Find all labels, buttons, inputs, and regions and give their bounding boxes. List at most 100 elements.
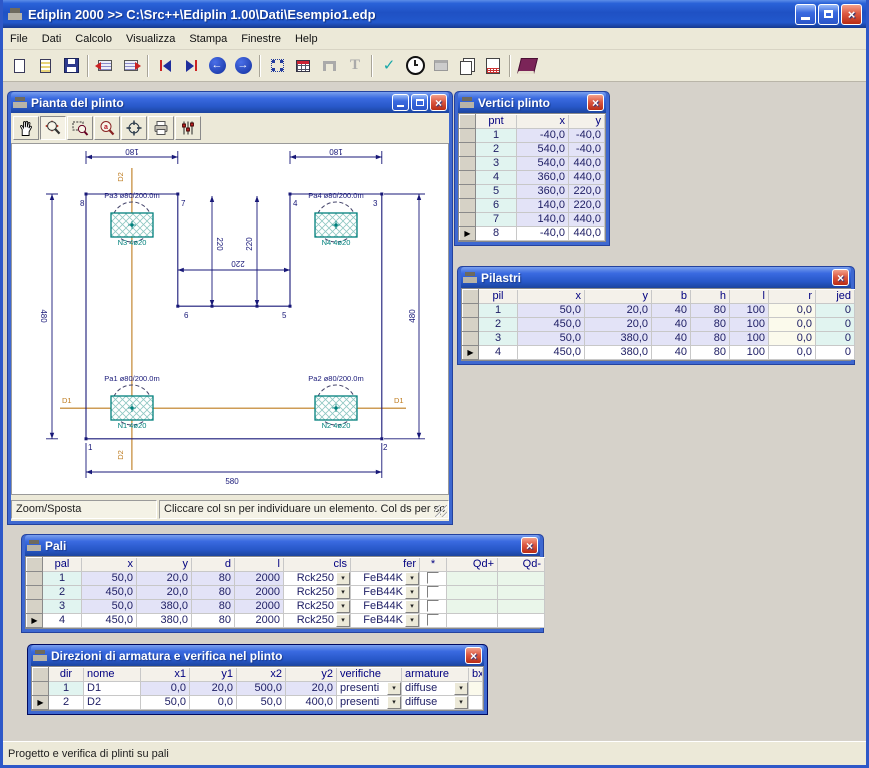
vertici-cell-x[interactable]: 360,0: [517, 171, 569, 185]
checkbox[interactable]: [427, 600, 439, 612]
column-header-pnt[interactable]: pnt: [476, 115, 517, 129]
vertici-titlebar[interactable]: Vertici plinto ×: [458, 92, 606, 113]
pali-cell-cls[interactable]: Rck250▾: [284, 614, 351, 628]
column-header-pal[interactable]: pal: [43, 558, 82, 572]
menu-file[interactable]: File: [3, 30, 35, 48]
dropdown-button[interactable]: ▾: [387, 682, 401, 695]
pali-cell-x[interactable]: 450,0: [82, 586, 137, 600]
row-selector[interactable]: [463, 304, 479, 318]
pilastri-cell-h[interactable]: 80: [691, 304, 730, 318]
prev-table-button[interactable]: [92, 53, 118, 78]
pali-cell-Qd+[interactable]: [447, 572, 498, 586]
dropdown-button[interactable]: ▾: [405, 600, 419, 613]
column-header-y2[interactable]: y2: [286, 668, 337, 682]
pilastri-cell-pil[interactable]: 2: [479, 318, 518, 332]
menu-finestre[interactable]: Finestre: [234, 30, 288, 48]
column-header-bxa[interactable]: bxa: [469, 668, 483, 682]
direzioni-cell-dir[interactable]: 1: [49, 682, 84, 696]
column-header-x2[interactable]: x2: [237, 668, 286, 682]
pali-titlebar[interactable]: Pali ×: [25, 535, 540, 556]
pali-cell-pal[interactable]: 1: [43, 572, 82, 586]
pali-cell-d[interactable]: 80: [192, 600, 235, 614]
dropdown-button[interactable]: ▾: [336, 586, 350, 599]
direzioni-cell-y1[interactable]: 20,0: [190, 682, 237, 696]
row-selector[interactable]: [27, 600, 43, 614]
row-selector[interactable]: [460, 185, 476, 199]
vertici-cell-pnt[interactable]: 7: [476, 213, 517, 227]
row-selector[interactable]: [460, 171, 476, 185]
pilastri-cell-h[interactable]: 80: [691, 318, 730, 332]
vertici-cell-x[interactable]: 540,0: [517, 143, 569, 157]
dropdown-button[interactable]: ▾: [405, 572, 419, 585]
pilastri-titlebar[interactable]: Pilastri ×: [461, 267, 851, 288]
zoom-window-button[interactable]: [67, 116, 93, 140]
open-file-button[interactable]: [32, 53, 58, 78]
column-header-x[interactable]: x: [82, 558, 137, 572]
export-table-button[interactable]: [480, 53, 506, 78]
vertici-cell-x[interactable]: -40,0: [517, 227, 569, 241]
pilastri-cell-r[interactable]: 0,0: [769, 318, 816, 332]
column-header-verifiche[interactable]: verifiche: [337, 668, 402, 682]
row-selector[interactable]: [460, 143, 476, 157]
pilastri-close-button[interactable]: ×: [832, 269, 849, 286]
row-selector[interactable]: [27, 572, 43, 586]
column-header-h[interactable]: h: [691, 290, 730, 304]
plan-view-button[interactable]: [264, 53, 290, 78]
pali-cell-Qd+[interactable]: [447, 586, 498, 600]
pali-cell-fer[interactable]: FeB44K▾: [351, 600, 420, 614]
direzioni-cell-y2[interactable]: 20,0: [286, 682, 337, 696]
column-header-d[interactable]: d: [192, 558, 235, 572]
menu-stampa[interactable]: Stampa: [182, 30, 234, 48]
vertici-cell-x[interactable]: 140,0: [517, 213, 569, 227]
vertici-cell-x[interactable]: 140,0: [517, 199, 569, 213]
column-header-y[interactable]: y: [585, 290, 652, 304]
pali-cell-d[interactable]: 80: [192, 572, 235, 586]
pali-cell-pal[interactable]: 3: [43, 600, 82, 614]
vertici-cell-x[interactable]: 540,0: [517, 157, 569, 171]
column-header-r[interactable]: r: [769, 290, 816, 304]
pilastri-cell-pil[interactable]: 4: [479, 346, 518, 360]
pilastri-cell-y[interactable]: 20,0: [585, 304, 652, 318]
pali-cell-x[interactable]: 50,0: [82, 600, 137, 614]
minimize-button[interactable]: [795, 4, 816, 25]
column-header-armature[interactable]: armature: [402, 668, 469, 682]
dropdown-button[interactable]: ▾: [387, 696, 401, 709]
pali-cell-y[interactable]: 20,0: [137, 586, 192, 600]
column-header-cls[interactable]: cls: [284, 558, 351, 572]
checkbox[interactable]: [427, 586, 439, 598]
direzioni-cell-bxa[interactable]: [469, 682, 483, 696]
column-header-y1[interactable]: y1: [190, 668, 237, 682]
pali-cell-d[interactable]: 80: [192, 614, 235, 628]
direzioni-cell-armature[interactable]: diffuse▾: [402, 682, 469, 696]
save-file-button[interactable]: [58, 53, 84, 78]
last-record-button[interactable]: [178, 53, 204, 78]
checkbox[interactable]: [427, 614, 439, 626]
row-selector[interactable]: [460, 129, 476, 143]
pilastri-cell-l[interactable]: 100: [730, 304, 769, 318]
grid-view-button[interactable]: [290, 53, 316, 78]
vertici-cell-y[interactable]: 440,0: [569, 227, 605, 241]
pali-close-button[interactable]: ×: [521, 537, 538, 554]
row-selector[interactable]: [460, 213, 476, 227]
pali-cell-cls[interactable]: Rck250▾: [284, 572, 351, 586]
pali-cell-Qd-[interactable]: [498, 600, 545, 614]
pianta-maximize-button[interactable]: [411, 94, 428, 111]
new-file-button[interactable]: [6, 53, 32, 78]
dropdown-button[interactable]: ▾: [405, 586, 419, 599]
pilastri-cell-b[interactable]: 40: [652, 318, 691, 332]
pilastri-cell-jed[interactable]: 0: [816, 346, 855, 360]
direzioni-cell-x1[interactable]: 0,0: [141, 682, 190, 696]
direzioni-cell-verifiche[interactable]: presenti▾: [337, 682, 402, 696]
pilastri-cell-y[interactable]: 380,0: [585, 346, 652, 360]
help-button[interactable]: [514, 53, 540, 78]
menu-calcolo[interactable]: Calcolo: [68, 30, 119, 48]
pali-cell-cls[interactable]: Rck250▾: [284, 586, 351, 600]
pali-cell-*[interactable]: [420, 572, 447, 586]
pali-cell-Qd+[interactable]: [447, 614, 498, 628]
pilastri-cell-h[interactable]: 80: [691, 346, 730, 360]
vertici-cell-y[interactable]: 220,0: [569, 199, 605, 213]
copy-button[interactable]: [454, 53, 480, 78]
pali-cell-l[interactable]: 2000: [235, 586, 284, 600]
direzioni-cell-y2[interactable]: 400,0: [286, 696, 337, 710]
row-selector[interactable]: ▶: [27, 614, 43, 628]
